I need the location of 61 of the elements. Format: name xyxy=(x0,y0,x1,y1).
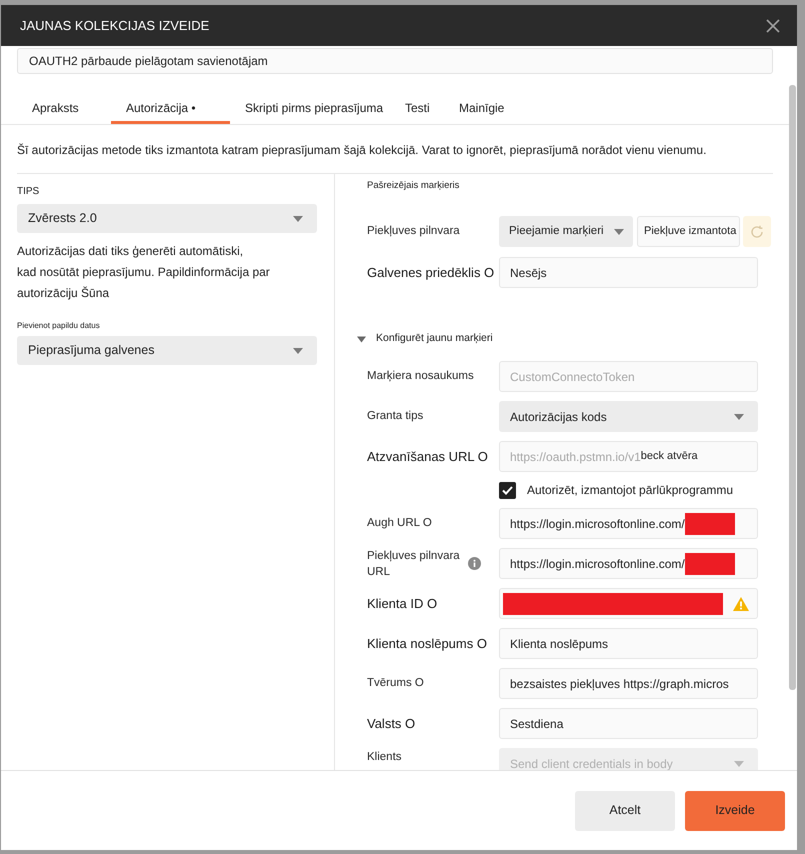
dialog-title: JAUNAS KOLEKCIJAS IZVEIDE xyxy=(20,16,210,35)
field-label: Klients xyxy=(367,750,402,765)
field-value: https://login.microsoftonline.com/ xyxy=(510,556,685,572)
field-placeholder: CustomConnectoToken xyxy=(510,368,635,386)
field-value: beck atvēra xyxy=(640,449,698,464)
caret-icon xyxy=(734,414,744,420)
field-label: Klienta noslēpums O xyxy=(367,634,487,653)
cancel-button[interactable]: Atcelt xyxy=(575,790,675,830)
input-field[interactable]: Sestdiena xyxy=(499,708,758,739)
input-field[interactable]: bezsaistes piekļuves https://graph.micros xyxy=(499,668,758,699)
caret-icon xyxy=(734,760,744,766)
field-label: Augh URL O xyxy=(367,516,432,531)
field-label: Pievienot papildu datus xyxy=(17,321,101,331)
scrollbar-thumb[interactable] xyxy=(789,85,796,690)
field-value: https://login.microsoftonline.com/ xyxy=(510,516,685,532)
field-label: Piekļuves pilnvara xyxy=(367,224,460,239)
checkbox[interactable] xyxy=(499,482,516,498)
info-text: Autorizācijas dati tiks ģenerēti automātiski, kad nosūtāt pieprasījumu. Papildinformācija par autorizāciju Šūna xyxy=(17,243,271,302)
input-field[interactable]: https://login.microsoftonline.com/ xyxy=(499,548,758,579)
field-label: Tvērums O xyxy=(367,676,424,691)
checkbox-label: Autorizēt, izmantojot pārlūkprogrammu xyxy=(527,482,734,499)
field-value: Nesējs xyxy=(510,264,547,282)
input-field[interactable]: https://oauth.pstmn.io/v1beck atvēra xyxy=(499,441,758,472)
input-field[interactable]: Nesējs xyxy=(499,257,758,288)
caret-icon xyxy=(293,216,303,222)
create-button[interactable]: Izveide xyxy=(685,790,785,830)
input-field[interactable]: Klienta noslēpums xyxy=(499,628,758,659)
dropdown[interactable]: Pieprasījuma galvenes xyxy=(17,336,317,365)
tab[interactable]: Autorizācija • xyxy=(111,95,230,124)
tab[interactable]: Skripti pirms pieprasījuma xyxy=(230,95,390,124)
input-field[interactable] xyxy=(499,588,758,619)
refresh-icon xyxy=(750,224,764,238)
field-label: Piekļuves pilnvara URL xyxy=(367,548,461,580)
field-label: Klienta ID O xyxy=(367,594,438,613)
dropdown[interactable]: Pieejamie marķieri xyxy=(499,216,633,247)
check-icon xyxy=(502,486,513,494)
tab[interactable]: Testi xyxy=(390,95,444,124)
section-toggle[interactable]: Konfigurēt jaunu marķieri xyxy=(357,333,493,345)
field-value: bezsaistes piekļuves https://graph.micros xyxy=(510,676,729,692)
field-label: Atzvanīšanas URL O xyxy=(367,448,488,466)
description-text: Šī autorizācijas metode tiks izmantota katram pieprasījumam šajā kolekcijā. Varat to ignorēt, pieprasījumā norādot vienu vienumu. xyxy=(17,142,708,158)
close-icon xyxy=(766,18,780,32)
tab[interactable]: Apraksts xyxy=(17,95,111,124)
input-field[interactable]: OAUTH2 pārbaude pielāgotam savienotājam xyxy=(17,48,773,74)
tab[interactable]: Mainīgie xyxy=(444,95,524,124)
dropdown[interactable]: Autorizācijas kods xyxy=(499,401,758,432)
field-label: Valsts O xyxy=(367,714,416,733)
section-title: Pašreizējais marķieris xyxy=(367,180,460,192)
close-button[interactable] xyxy=(765,18,781,34)
field-value: Sestdiena xyxy=(510,716,564,732)
input-field[interactable]: Piekļuve izmantota xyxy=(637,216,740,247)
field-label: TIPS xyxy=(17,186,40,198)
field-label: Granta tips xyxy=(367,408,424,424)
input-field[interactable]: https://login.microsoftonline.com/ xyxy=(499,508,758,539)
caret-icon xyxy=(293,348,303,354)
field-label: Galvenes priedēklis O xyxy=(367,264,494,282)
field-placeholder: https://oauth.pstmn.io/v1 xyxy=(510,448,641,466)
caret-icon xyxy=(614,228,624,234)
dropdown[interactable]: Zvērests 2.0 xyxy=(17,204,317,233)
field-label: Marķiera nosaukums xyxy=(367,368,474,384)
field-value: Klienta noslēpums xyxy=(510,636,608,652)
